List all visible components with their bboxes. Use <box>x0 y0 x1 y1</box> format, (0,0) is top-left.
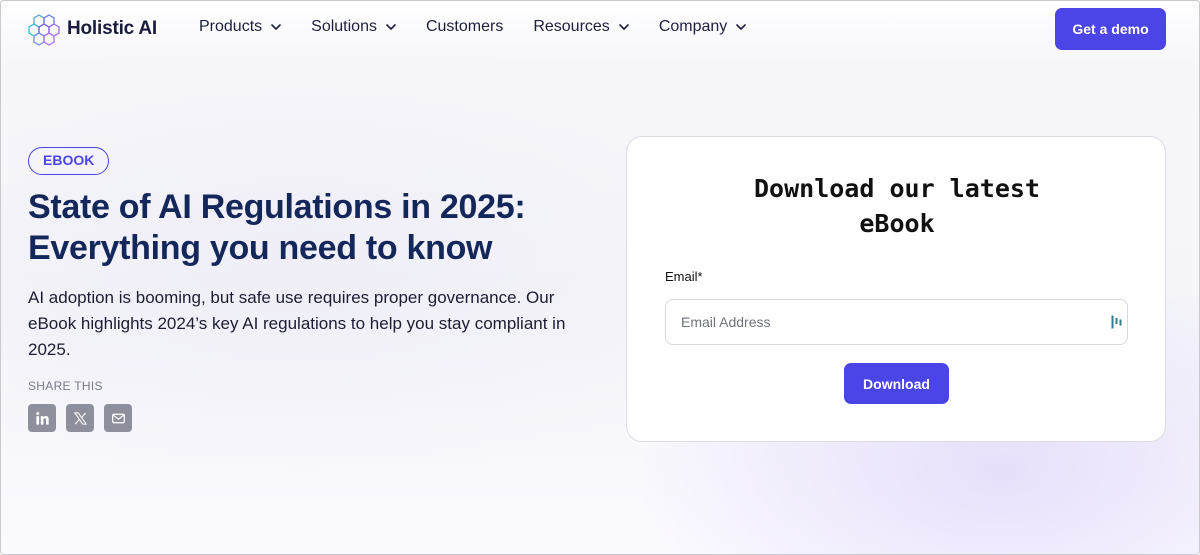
holistic-ai-logo-icon <box>28 14 60 46</box>
email-label: Email* <box>665 269 703 284</box>
share-email-button[interactable] <box>104 404 132 432</box>
nav-item-label: Company <box>658 18 728 35</box>
main-menu: Products Solutions Customers Resources C… <box>199 18 776 36</box>
share-label: SHARE THIS <box>28 379 103 393</box>
autofill-icon[interactable] <box>1111 315 1123 329</box>
nav-item-company[interactable]: Company <box>658 18 747 36</box>
page-title: State of AI Regulations in 2025: Everyth… <box>28 187 588 269</box>
chevron-down-icon <box>386 24 396 30</box>
nav-item-products[interactable]: Products <box>199 18 281 36</box>
form-title-line-1: Download our latest <box>754 174 1040 203</box>
form-title: Download our latest eBook <box>747 171 1047 241</box>
nav-item-label: Resources <box>533 18 610 35</box>
linkedin-icon <box>35 411 49 425</box>
logo[interactable]: Holistic AI <box>28 12 157 46</box>
page: Holistic AI Products Solutions Customers… <box>0 0 1200 555</box>
page-title-line-2: Everything you need to know <box>28 229 493 267</box>
share-x-button[interactable] <box>66 404 94 432</box>
chevron-down-icon <box>619 24 629 30</box>
nav-item-label: Customers <box>425 18 504 35</box>
share-linkedin-button[interactable] <box>28 404 56 432</box>
nav-item-solutions[interactable]: Solutions <box>311 18 396 36</box>
page-title-line-1: State of AI Regulations in 2025: <box>28 188 526 226</box>
top-nav: Holistic AI Products Solutions Customers… <box>1 1 1199 57</box>
email-input[interactable] <box>665 299 1128 345</box>
nav-item-label: Solutions <box>311 18 377 35</box>
form-title-line-2: eBook <box>859 209 935 238</box>
download-form-card: Download our latest eBook Email* Downloa… <box>626 136 1166 442</box>
logo-text: Holistic AI <box>67 18 157 39</box>
mail-icon <box>111 413 125 423</box>
ebook-badge: EBOOK <box>28 147 109 175</box>
chevron-down-icon <box>736 24 747 30</box>
nav-item-resources[interactable]: Resources <box>533 18 629 36</box>
share-buttons <box>28 404 142 432</box>
download-button[interactable]: Download <box>844 363 949 404</box>
nav-item-customers[interactable]: Customers <box>426 18 503 36</box>
hero-description: AI adoption is booming, but safe use req… <box>28 288 566 359</box>
get-demo-button[interactable]: Get a demo <box>1055 8 1166 50</box>
x-icon <box>73 411 87 425</box>
chevron-down-icon <box>271 24 281 30</box>
nav-item-label: Products <box>199 18 263 35</box>
